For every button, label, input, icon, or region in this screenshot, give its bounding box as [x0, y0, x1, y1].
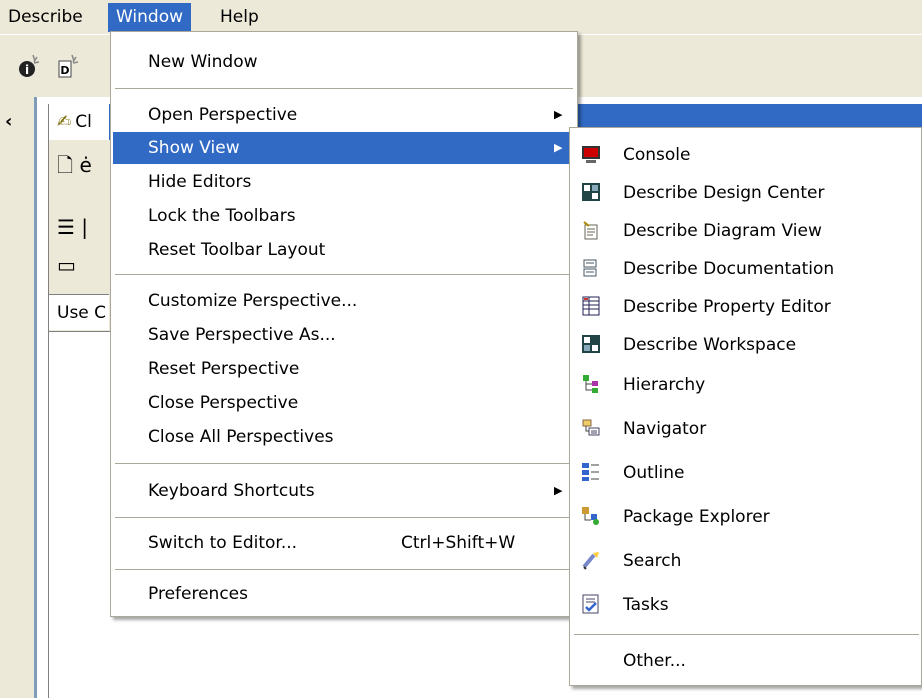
menu-separator [574, 634, 919, 635]
view-item-design-center[interactable]: Describe Design Center [572, 174, 921, 212]
menu-item-close-perspective[interactable]: Close Perspective [113, 387, 575, 419]
svg-text:i: i [25, 63, 29, 77]
submenu-arrow-icon: ▶ [554, 141, 563, 154]
panel-column-header: Use C [49, 294, 109, 330]
documentation-icon [580, 258, 602, 280]
menu-item-open-perspective[interactable]: Open Perspective ▶ [113, 99, 575, 131]
view-item-property-editor[interactable]: Describe Property Editor [572, 288, 921, 326]
hierarchy-icon [580, 374, 602, 396]
diagram-tab-icon: ✍ [57, 112, 72, 132]
menu-item-lock-toolbars[interactable]: Lock the Toolbars [113, 200, 575, 232]
menu-item-hide-editors[interactable]: Hide Editors [113, 166, 575, 198]
panel-row1-text: ė [79, 153, 92, 177]
menu-item-switch-to-editor[interactable]: Switch to Editor... Ctrl+Shift+W [113, 527, 575, 559]
panel-row2-text: | [81, 215, 89, 239]
view-item-tasks[interactable]: Tasks [572, 586, 921, 624]
shape-icon[interactable]: ▭ [57, 253, 76, 277]
menu-window[interactable]: Window [108, 3, 192, 32]
panel-tab[interactable]: ✍ Cl [49, 104, 109, 140]
diagram-wizard-icon[interactable]: D [54, 53, 82, 81]
submenu-arrow-icon: ▶ [554, 484, 563, 497]
view-item-console[interactable]: Console [572, 136, 921, 174]
view-item-navigator[interactable]: Navigator [572, 410, 921, 448]
svg-text:D: D [60, 64, 69, 77]
info-wizard-icon[interactable]: i [16, 53, 44, 81]
menu-separator [115, 569, 573, 570]
menu-bar: Describe Window Help [0, 0, 922, 34]
left-view-strip: ‹ [0, 97, 37, 698]
workspace-icon [580, 334, 602, 356]
property-editor-icon [580, 296, 602, 318]
panel-toolbar-row-3: ▭ [49, 248, 109, 282]
search-icon [580, 550, 602, 572]
view-item-other[interactable]: Other... [572, 642, 921, 680]
package-explorer-icon [580, 506, 602, 528]
show-view-submenu: Console Describe Design Center Describe … [569, 127, 922, 686]
menu-item-close-all-perspectives[interactable]: Close All Perspectives [113, 421, 575, 453]
shortcut-label: Ctrl+Shift+W [401, 533, 516, 553]
view-item-package-explorer[interactable]: Package Explorer [572, 498, 921, 536]
navigator-icon [580, 418, 602, 440]
menu-item-reset-perspective[interactable]: Reset Perspective [113, 353, 575, 385]
menu-separator [115, 463, 573, 464]
submenu-arrow-icon: ▶ [554, 108, 563, 121]
panel-tab-label: Cl [75, 112, 92, 132]
view-item-outline[interactable]: Outline [572, 454, 921, 492]
menu-help[interactable]: Help [212, 3, 267, 32]
layout-icon[interactable]: ☰ [57, 215, 75, 239]
view-item-search[interactable]: Search [572, 542, 921, 580]
console-icon [580, 144, 602, 166]
left-divider [34, 97, 37, 698]
menu-separator [115, 88, 573, 89]
view-item-workspace[interactable]: Describe Workspace [572, 326, 921, 364]
window-menu: New Window Open Perspective ▶ Show View ▶ … [110, 31, 578, 617]
panel-toolbar-row-2: ☰ | [49, 210, 109, 244]
outline-icon [580, 462, 602, 484]
print-preview-icon[interactable]: 🗋 [57, 153, 73, 177]
menu-item-new-window[interactable]: New Window [113, 46, 575, 78]
panel-toolbar-row-1: 🗋 ė [49, 148, 109, 182]
collapse-icon[interactable]: ‹ [5, 111, 12, 132]
tasks-icon [580, 594, 602, 616]
view-item-hierarchy[interactable]: Hierarchy [572, 366, 921, 404]
menu-item-save-perspective-as[interactable]: Save Perspective As... [113, 319, 575, 351]
menu-item-show-view[interactable]: Show View ▶ [113, 132, 575, 164]
view-item-diagram-view[interactable]: Describe Diagram View [572, 212, 921, 250]
menu-separator [115, 517, 573, 518]
menu-item-reset-toolbar-layout[interactable]: Reset Toolbar Layout [113, 234, 575, 266]
menu-describe[interactable]: Describe [0, 3, 91, 32]
diagram-view-icon [580, 220, 602, 242]
menu-item-keyboard-shortcuts[interactable]: Keyboard Shortcuts ▶ [113, 475, 575, 507]
menu-item-preferences[interactable]: Preferences [113, 578, 575, 610]
menu-separator [115, 274, 573, 275]
menu-item-customize-perspective[interactable]: Customize Perspective... [113, 285, 575, 317]
view-item-documentation[interactable]: Describe Documentation [572, 250, 921, 288]
design-center-icon [580, 182, 602, 204]
